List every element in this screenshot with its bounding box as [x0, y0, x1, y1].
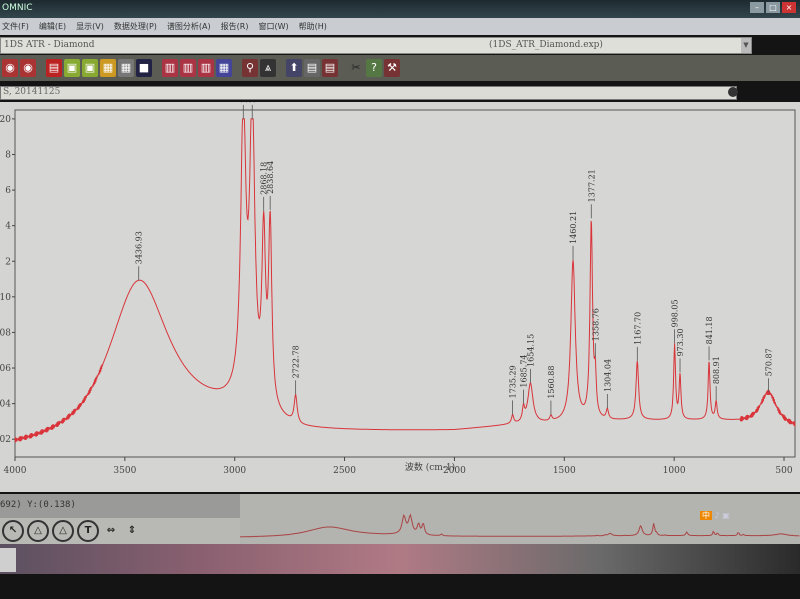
- region-tool-icon[interactable]: △: [27, 520, 49, 542]
- y-tick-label: 04: [0, 400, 11, 410]
- network-icon[interactable]: ▣: [722, 511, 730, 520]
- stack-icon[interactable]: ▦: [118, 59, 134, 77]
- menu-window[interactable]: 窗口(W): [258, 21, 288, 32]
- y-tick-label: 6: [5, 186, 11, 196]
- x-tick-label: 3500: [113, 466, 136, 476]
- peak-label: 973.30: [676, 328, 685, 356]
- y-tick-label: 10: [0, 293, 11, 303]
- peak-icon[interactable]: ⩓: [260, 59, 276, 77]
- peak-label: 1358.76: [591, 308, 600, 341]
- open-icon[interactable]: ▤: [46, 59, 62, 77]
- window-title: OMNIC: [2, 3, 33, 13]
- peak-label: 1560.88: [547, 366, 556, 399]
- peak-label: 3436.93: [135, 231, 144, 264]
- abs-icon[interactable]: ▥: [180, 59, 196, 77]
- spectrum-select[interactable]: S, 20141125: [0, 86, 737, 100]
- toolbar: ◉ ◉ ▤ ▣ ▣ ▦ ▦ ■ ▥ ▥ ▥ ▦ ⚲ ⩓ ⬆ ▤ ▤ ✂ ? ⚒: [0, 55, 800, 81]
- plot-area: [14, 109, 796, 458]
- minimize-button[interactable]: –: [750, 2, 764, 13]
- ime-icon[interactable]: 中: [700, 511, 712, 520]
- peak-label: 1377.21: [587, 169, 596, 202]
- experiment-file: (1DS_ATR_Diamond.exp): [489, 40, 603, 50]
- title-bar: OMNIC – □ ×: [0, 0, 800, 18]
- y-tick-label: 8: [5, 150, 11, 160]
- volume-icon[interactable]: ♪: [715, 511, 720, 520]
- menu-report[interactable]: 报告(R): [221, 21, 249, 32]
- peak-label: 2920.29: [248, 102, 257, 103]
- experiment-name: 1DS ATR - Diamond: [4, 40, 95, 50]
- transmittance-icon[interactable]: ▥: [198, 59, 214, 77]
- x-tick-label: 1500: [553, 466, 576, 476]
- x-tick-label: 1000: [663, 466, 686, 476]
- window-controls: – □ ×: [750, 2, 796, 13]
- x-tick-label: 2500: [333, 466, 356, 476]
- spectrum-chart[interactable]: 02040608102468204000 3500 3000 2500 2000 1500…: [0, 102, 800, 492]
- menu-file[interactable]: 文件(F): [2, 21, 29, 32]
- peak-label: 1654.15: [526, 334, 535, 367]
- tools-icon[interactable]: ⚒: [384, 59, 400, 77]
- spectrum-color-button[interactable]: [728, 87, 738, 97]
- peak-label: 1304.04: [603, 359, 612, 392]
- menu-process[interactable]: 数据处理(P): [114, 21, 157, 32]
- experiment-select[interactable]: 1DS ATR - Diamond (1DS_ATR_Diamond.exp) …: [0, 37, 752, 54]
- peak-label: 1735.29: [509, 365, 518, 398]
- y-tick-label: 06: [0, 364, 11, 374]
- x-axis-label: 波数 (cm-1): [405, 461, 455, 473]
- spectrum-panel: 02 04 06 08 10 2 4 6 8 20 4000 3500 3000 2500 2000 1500…: [0, 102, 800, 492]
- search-icon[interactable]: ⚲: [242, 59, 258, 77]
- peak-label: 2838.64: [266, 161, 275, 194]
- collect-sample-icon[interactable]: ◉: [2, 59, 18, 77]
- close-button[interactable]: ×: [782, 2, 796, 13]
- menu-view[interactable]: 显示(V): [76, 21, 104, 32]
- peak-height-tool-icon[interactable]: △: [52, 520, 74, 542]
- peak-label: 998.05: [671, 299, 680, 327]
- print-icon[interactable]: ▣: [82, 59, 98, 77]
- chevron-down-icon[interactable]: ▼: [741, 38, 751, 53]
- y-tick-label: 4: [5, 222, 11, 232]
- x-tick-label: 3000: [223, 466, 246, 476]
- y-tick-label: 08: [0, 328, 11, 338]
- expand-y-icon[interactable]: ⇕: [123, 522, 141, 540]
- peak-label: 1167.70: [633, 312, 642, 345]
- peak-label: 1460.21: [569, 211, 578, 244]
- peak-label: 841.18: [705, 316, 714, 344]
- peak-label: 808.91: [712, 356, 721, 384]
- select-tool-icon[interactable]: ↖: [2, 520, 24, 542]
- help-icon[interactable]: ?: [366, 59, 382, 77]
- y-tick-label: 20: [0, 115, 11, 125]
- cut-icon[interactable]: ✂: [348, 59, 364, 77]
- overlay-icon[interactable]: ■: [136, 59, 152, 77]
- x-tick-label: 500: [775, 466, 792, 476]
- menu-help[interactable]: 帮助(H): [299, 21, 327, 32]
- spectrum-name: S, 20141125: [3, 87, 61, 97]
- y-tick-label: 02: [0, 435, 11, 445]
- report-icon[interactable]: ▤: [304, 59, 320, 77]
- menu-analyze[interactable]: 谱图分析(A): [167, 21, 211, 32]
- cursor-readout: 692) Y:(0.138): [0, 500, 76, 510]
- peak-label: 2960.94: [239, 102, 248, 103]
- maximize-button[interactable]: □: [766, 2, 780, 13]
- library-icon[interactable]: ⬆: [286, 59, 302, 77]
- y-tick-label: 2: [5, 257, 11, 267]
- menu-bar: 文件(F) 编辑(E) 显示(V) 数据处理(P) 谱图分析(A) 报告(R) …: [0, 18, 800, 35]
- system-tray: 中 ♪ ▣: [700, 510, 800, 540]
- display-icon[interactable]: ▦: [100, 59, 116, 77]
- taskbar-app-icon[interactable]: [0, 548, 16, 572]
- text-tool-icon[interactable]: T: [77, 520, 99, 542]
- peak-label: 570.87: [764, 348, 773, 376]
- baseline-icon[interactable]: ▥: [162, 59, 178, 77]
- atr-icon[interactable]: ▦: [216, 59, 232, 77]
- display-tools: ↖ △ △ T ⇔ ⇕: [0, 518, 242, 544]
- x-tick-label: 4000: [4, 466, 27, 476]
- save-icon[interactable]: ▣: [64, 59, 80, 77]
- peak-label: 2722.78: [292, 345, 301, 378]
- menu-edit[interactable]: 编辑(E): [39, 21, 66, 32]
- expand-x-icon[interactable]: ⇔: [102, 522, 120, 540]
- desktop-background: [0, 544, 800, 574]
- notebook-icon[interactable]: ▤: [322, 59, 338, 77]
- collect-background-icon[interactable]: ◉: [20, 59, 36, 77]
